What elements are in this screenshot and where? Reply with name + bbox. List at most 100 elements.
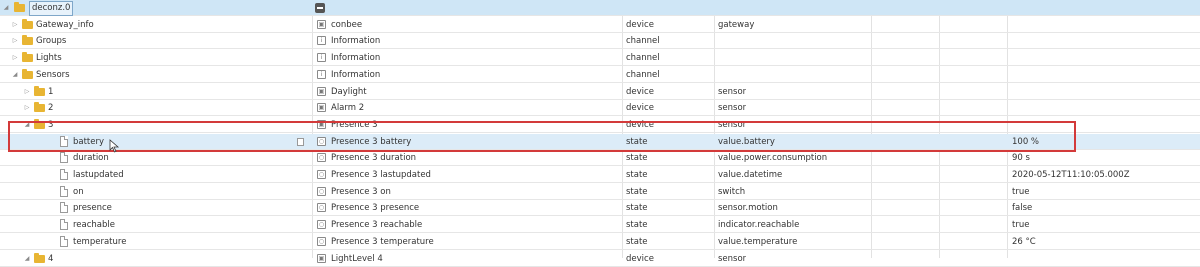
row-role: value.temperature [718,237,798,247]
row-role: value.battery [718,137,775,147]
state-icon: ○ [317,237,326,246]
row-name: LightLevel 4 [331,254,383,264]
row-name: conbee [331,20,363,30]
state-file-icon [60,169,68,180]
tree-row[interactable]: ▷ 2 ▣ Alarm 2 device sensor [0,100,1200,116]
folder-icon [22,52,33,62]
row-role: sensor [718,254,747,264]
state-file-icon [60,152,68,163]
row-type: state [626,170,648,180]
tree-row[interactable]: on ○ Presence 3 on state switch true [0,184,1200,200]
expand-triangle-icon[interactable]: ▷ [22,100,32,116]
row-type: device [626,20,654,30]
row-name: Presence 3 on [331,187,391,197]
expand-triangle-icon[interactable]: ▷ [10,33,20,49]
row-role: sensor [718,103,747,113]
folder-icon [34,119,45,129]
row-id-label: Groups [36,36,67,46]
state-file-icon [60,219,68,230]
row-id-label: 4 [48,254,54,264]
row-name: Presence 3 battery [331,137,412,147]
state-icon: ○ [317,203,326,212]
state-file-icon [60,186,68,197]
row-value[interactable]: 90 s [1012,150,1030,166]
device-icon: ▣ [317,87,326,96]
tree-row[interactable]: ▷ Groups i Information channel [0,33,1200,49]
row-id-label: battery [73,137,105,147]
row-role: switch [718,187,746,197]
row-name: Presence 3 duration [331,153,417,163]
channel-icon: i [317,53,326,62]
channel-icon: i [317,70,326,79]
tree-row[interactable]: ▷ 1 ▣ Daylight device sensor [0,84,1200,100]
state-icon: ○ [317,137,326,146]
row-name: Information [331,53,381,63]
row-id-label: presence [73,203,112,213]
collapse-triangle-icon[interactable]: ◢ [22,251,32,267]
row-name: Presence 3 lastupdated [331,170,431,180]
row-value[interactable]: true [1012,184,1029,200]
device-icon: ▣ [317,120,326,129]
row-name: Presence 3 presence [331,203,420,213]
tree-row[interactable]: ◢ 4 ▣ LightLevel 4 device sensor [0,251,1200,267]
row-type: state [626,137,648,147]
row-id-label: Gateway_info [36,20,94,30]
row-value[interactable]: false [1012,200,1032,216]
state-icon: ○ [317,153,326,162]
row-id-label: duration [73,153,109,163]
tree-row[interactable]: battery ○ Presence 3 battery state value.bat… [0,134,1200,150]
state-file-icon [60,236,68,247]
state-icon: ○ [317,187,326,196]
row-type: state [626,237,648,247]
row-id-label: lastupdated [73,170,124,180]
row-role: gateway [718,20,755,30]
expand-triangle-icon[interactable]: ◢ [1,0,11,16]
tree-row[interactable]: duration ○ Presence 3 duration state value.p… [0,150,1200,166]
collapse-triangle-icon[interactable]: ◢ [10,67,20,83]
device-icon: ▣ [317,20,326,29]
tree-row[interactable]: ◢ 3 ▣ Presence 3 device sensor [0,117,1200,133]
row-type: channel [626,53,660,63]
folder-icon [34,102,45,112]
row-value[interactable]: 2020-05-12T11:10:05.000Z [1012,167,1130,183]
row-name: Presence 3 [331,120,378,130]
tree-row[interactable]: lastupdated ○ Presence 3 lastupdated state v… [0,167,1200,183]
row-value[interactable]: 26 °C [1012,234,1036,250]
row-name: Presence 3 temperature [331,237,434,247]
row-value[interactable]: 100 % [1012,134,1039,150]
row-type: state [626,220,648,230]
mouse-cursor-icon [109,139,120,153]
row-type: device [626,120,654,130]
row-value[interactable]: true [1012,217,1029,233]
tree-row[interactable]: reachable ○ Presence 3 reachable state indic… [0,217,1200,233]
expand-triangle-icon[interactable]: ▷ [10,50,20,66]
collapse-all-icon[interactable] [315,3,325,13]
row-name: Alarm 2 [331,103,365,113]
row-id-label: Lights [36,53,62,63]
folder-icon [34,86,45,96]
collapse-triangle-icon[interactable]: ◢ [22,117,32,133]
row-role: indicator.reachable [718,220,800,230]
row-type: device [626,254,654,264]
row-role: sensor.motion [718,203,778,213]
tree-root-row[interactable]: ◢ deconz.0 [0,0,1200,16]
row-id-label: 1 [48,87,54,97]
row-type: state [626,187,648,197]
channel-icon: i [317,36,326,45]
folder-icon [22,35,33,45]
tree-row[interactable]: temperature ○ Presence 3 temperature state v… [0,234,1200,250]
row-type: channel [626,70,660,80]
expand-triangle-icon[interactable]: ▷ [10,17,20,33]
device-icon: ▣ [317,254,326,263]
tree-row[interactable]: ◢ Sensors i Information channel [0,67,1200,83]
expand-triangle-icon[interactable]: ▷ [22,84,32,100]
row-id-label: on [73,187,84,197]
row-type: state [626,153,648,163]
tree-row[interactable]: ▷ Gateway_info ▣ conbee device gateway [0,17,1200,33]
tree-row[interactable]: presence ○ Presence 3 presence state sensor.… [0,200,1200,216]
copy-icon[interactable] [297,138,304,146]
root-label[interactable]: deconz.0 [29,1,74,16]
folder-icon [22,19,33,29]
tree-row[interactable]: ▷ Lights i Information channel [0,50,1200,66]
folder-icon [22,69,33,79]
